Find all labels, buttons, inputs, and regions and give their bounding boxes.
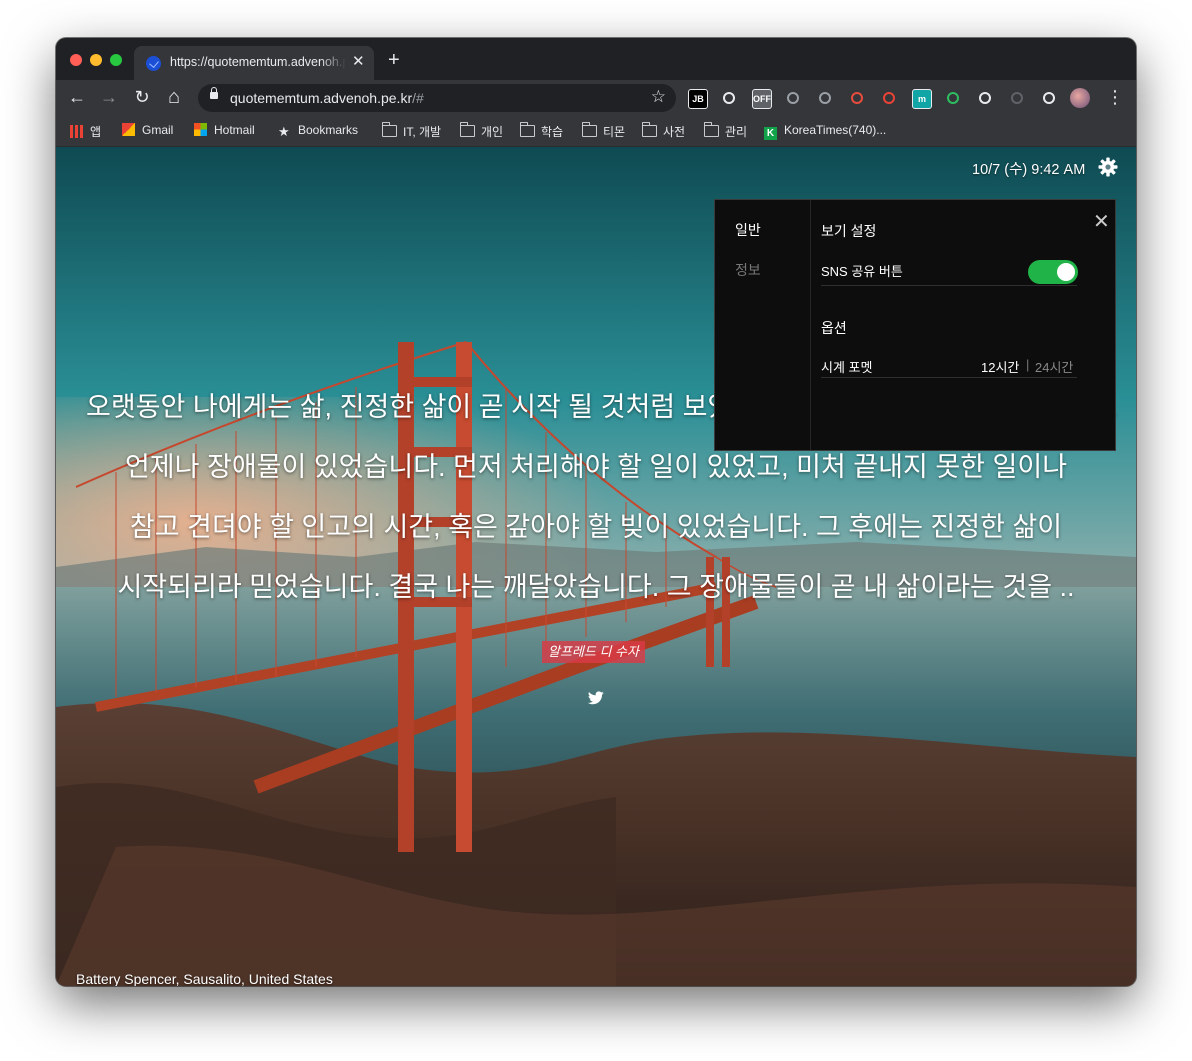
bookmark-label: IT, 개발 (403, 125, 442, 139)
bookmarks-bar: 앱 Gmail Hotmail ★ Bookmarks IT, 개발 개인 학습 티몬 사전 관리 K… (56, 116, 1136, 147)
folder-icon (381, 122, 397, 137)
bookmark-item[interactable]: K KoreaTimes(740)... (764, 123, 886, 140)
settings-gear-icon[interactable] (1098, 157, 1118, 177)
bookmark-label: 학습 (541, 125, 564, 139)
puzzle-icon[interactable] (1040, 89, 1058, 107)
bookmark-item[interactable]: ★ Bookmarks (278, 123, 358, 138)
new-tab-button[interactable]: + (388, 50, 400, 70)
quote-line: 참고 견뎌야 할 인고의 시간, 혹은 갚아야 할 빚이 있었습니다. 그 후에… (129, 512, 1063, 542)
home-button[interactable]: ⌂ (163, 87, 185, 107)
folder-icon (581, 122, 597, 137)
clock-format-label: 시계 포멧 (821, 360, 873, 375)
bookmark-star-icon[interactable]: ☆ (651, 87, 666, 107)
bookmark-label: 사전 (663, 125, 686, 139)
window-close-button[interactable] (70, 54, 82, 66)
options-title: 옵션 (821, 320, 847, 336)
bookmark-item[interactable]: Gmail (122, 123, 173, 137)
toggle-knob (1057, 263, 1075, 281)
reload-button[interactable]: ↻ (131, 87, 153, 107)
site-favicon-icon (146, 56, 161, 71)
bookmark-item[interactable]: IT, 개발 (381, 122, 442, 140)
clock-format-separator: | (1026, 357, 1030, 372)
bookmark-item[interactable]: 앱 (70, 123, 101, 140)
lock-icon[interactable] (210, 87, 218, 99)
bookmark-label: Hotmail (214, 123, 255, 137)
folder-icon (459, 122, 475, 137)
bookmark-label: Bookmarks (298, 123, 359, 137)
koreatimes-icon: K (764, 127, 777, 140)
bookmark-item[interactable]: 학습 (519, 122, 564, 140)
folder-icon (519, 122, 535, 137)
browser-tab[interactable]: https://quotememtum.advenoh.pe.kr/# ✕ (134, 46, 374, 80)
clock-format-24h-option[interactable]: 24시간 (1035, 357, 1073, 376)
divider (821, 377, 1077, 378)
browser-menu-icon[interactable]: ⋮ (1104, 87, 1126, 107)
sns-share-toggle[interactable] (1028, 260, 1078, 284)
bookmark-label: 개인 (481, 125, 504, 139)
m-icon[interactable]: m (912, 89, 932, 109)
off-icon[interactable]: OFF (752, 89, 772, 109)
bookmark-item[interactable]: Hotmail (194, 123, 255, 137)
sns-share-label: SNS 공유 버튼 (821, 264, 903, 279)
react-icon[interactable] (816, 89, 834, 107)
info-icon[interactable] (1008, 89, 1026, 107)
folder-icon (641, 122, 657, 137)
page-content: 10/7 (수) 9:42 AM 오랫동안 나에게는 삶, 진정한 삶이 곧 시… (56, 147, 1136, 986)
bookmark-label: 티몬 (603, 125, 626, 139)
browser-toolbar: ← → ↻ ⌂ quotememtum.advenoh.pe.kr/# ☆ JB… (56, 80, 1136, 116)
star-icon: ★ (278, 124, 290, 139)
view-settings-title: 보기 설정 (821, 223, 877, 239)
window-zoom-button[interactable] (110, 54, 122, 66)
address-bar[interactable]: quotememtum.advenoh.pe.kr/# ☆ (198, 84, 676, 112)
back-button[interactable]: ← (66, 87, 88, 107)
settings-panel: 일반 정보 보기 설정 SNS 공유 버튼 옵션 시계 포멧 12시간 | 24… (714, 199, 1116, 451)
target-icon[interactable] (976, 89, 994, 107)
robot-icon[interactable] (880, 89, 898, 107)
settings-menu: 일반 정보 (715, 200, 811, 450)
office-icon[interactable] (720, 89, 738, 107)
apps-icon (70, 125, 83, 138)
url-text[interactable]: quotememtum.advenoh.pe.kr/# (230, 90, 424, 106)
jetbrains-icon[interactable]: JB (688, 89, 708, 109)
bookmark-item[interactable]: 관리 (703, 122, 748, 140)
gmail-icon (122, 123, 135, 136)
quote-author[interactable]: 알프레드 디 수자 (542, 641, 645, 663)
bookmark-item[interactable]: 개인 (459, 122, 504, 140)
bookmark-label: KoreaTimes(740)... (784, 123, 887, 137)
evernote-icon[interactable] (944, 89, 962, 107)
bookmark-item[interactable]: 티몬 (581, 122, 626, 140)
microsoft-icon (194, 123, 207, 136)
twitter-share-icon[interactable] (588, 691, 604, 705)
asterisk-icon[interactable] (848, 89, 866, 107)
bookmark-label: Gmail (142, 123, 174, 137)
tab-close-icon[interactable]: ✕ (352, 53, 365, 71)
bookmark-label: 관리 (725, 125, 748, 139)
clock-display: 10/7 (수) 9:42 AM (972, 162, 1086, 178)
settings-menu-general[interactable]: 일반 (735, 220, 761, 240)
vue-icon[interactable] (784, 89, 802, 107)
quote-line: 시작되리라 믿었습니다. 결국 나는 깨달았습니다. 그 장애물들이 곧 내 삶… (117, 572, 1075, 602)
window-minimize-button[interactable] (90, 54, 102, 66)
bookmark-item[interactable]: 사전 (641, 122, 686, 140)
clock-format-12h-option[interactable]: 12시간 (981, 357, 1019, 376)
bookmark-label: 앱 (90, 125, 102, 139)
settings-close-icon[interactable]: ✕ (1093, 212, 1110, 232)
divider (821, 285, 1077, 286)
tab-title: https://quotememtum.advenoh.pe.kr/# (170, 55, 346, 69)
profile-avatar[interactable] (1070, 88, 1090, 108)
photo-location: Battery Spencer, Sausalito, United State… (76, 971, 333, 986)
folder-icon (703, 122, 719, 137)
tab-strip: https://quotememtum.advenoh.pe.kr/# ✕ + (56, 38, 1136, 80)
browser-window: https://quotememtum.advenoh.pe.kr/# ✕ + … (56, 38, 1136, 986)
forward-button[interactable]: → (98, 87, 120, 107)
settings-menu-info[interactable]: 정보 (735, 260, 761, 280)
